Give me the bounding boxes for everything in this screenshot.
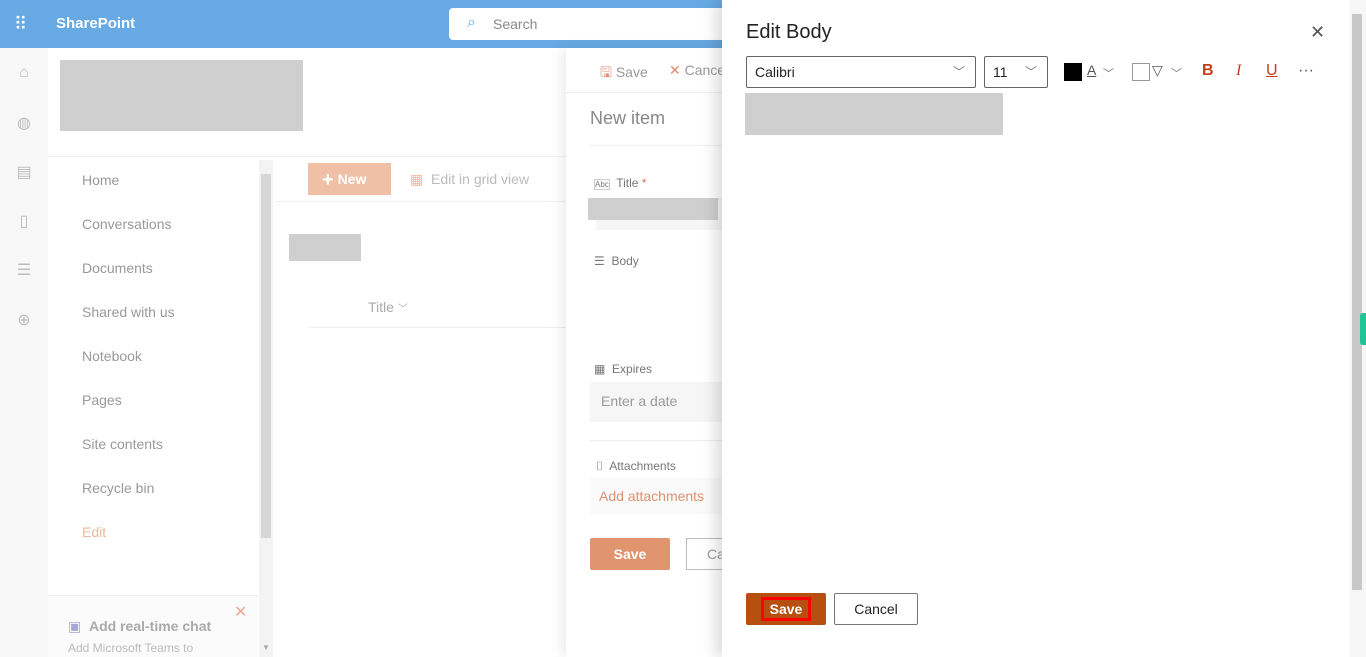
expires-field-label: ▦ Expires [594,362,652,376]
save-label: Save [615,64,648,80]
divider [566,92,726,93]
body-field-label: ☰ Body [594,254,639,268]
divider [590,440,726,441]
feedback-tab[interactable] [1360,313,1366,345]
chevron-down-icon: ﹀ [952,65,965,79]
file-icon[interactable]: ▯ [14,211,34,231]
nav-edit[interactable]: Edit [82,524,106,540]
add-circle-icon[interactable]: ⊕ [14,310,34,330]
column-header-title[interactable]: Title ﹀ [368,299,408,315]
home-icon[interactable]: ⌂ [14,64,34,84]
dialog-save-button[interactable]: Save [746,593,826,625]
attachments-field-label: ⌷ Attachments [596,459,676,474]
panel-cancel-button[interactable]: ✕ Cancel [669,62,728,79]
search-icon: ⌕ [467,14,476,31]
column-title-label: Title [368,299,394,315]
nav-pages[interactable]: Pages [82,392,122,408]
text-align-icon: ☰ [594,254,605,268]
nav-recycle-bin[interactable]: Recycle bin [82,480,154,496]
more-options-button[interactable]: ··· [1298,62,1314,80]
expires-label-text: Expires [612,362,653,376]
edit-grid-view-button[interactable]: ▦ Edit in grid view [410,171,529,188]
app-name[interactable]: SharePoint [56,15,135,32]
panel-heading: New item [590,108,666,128]
expires-date-input[interactable]: Enter a date [590,382,726,422]
list-title-redacted [289,234,361,261]
font-color-swatch[interactable] [1064,63,1082,81]
site-logo-redacted [60,60,303,131]
teams-icon: ▣ [68,618,82,634]
scroll-down-icon[interactable]: ▼ [262,643,270,652]
chat-card-text: Add Microsoft Teams to [68,641,194,655]
required-mark: * [641,176,647,190]
chevron-down-icon: ﹀ [1024,65,1037,79]
highlighter-icon[interactable]: ▽ [1152,62,1163,79]
app-rail: ⌂ ◍ ▤ ▯ ☰ ⊕ [0,48,48,657]
chevron-down-icon[interactable]: ﹀ [1103,65,1114,81]
search-placeholder: Search [493,16,538,32]
panel-save-form-button[interactable]: Save [590,538,670,570]
divider [590,145,726,146]
new-button[interactable]: + New [308,163,391,195]
font-family-select[interactable]: Calibri ﹀ [746,56,976,88]
divider [276,201,566,202]
close-icon[interactable]: ✕ [234,602,247,622]
search-input[interactable]: ⌕ Search [449,8,739,40]
waffle-icon[interactable]: ⠿ [14,14,34,34]
save-icon: 🖫 [600,64,612,80]
title-field-label: Abc Title * [594,176,647,190]
list-icon[interactable]: ☰ [14,260,34,280]
chevron-down-icon[interactable]: ﹀ [1171,65,1182,81]
new-item-panel: 🖫 Save ✕ Cancel New item Abc Title * ☰ B… [566,48,746,657]
nav-scroll-thumb[interactable] [261,174,271,538]
nav-home[interactable]: Home [82,172,119,188]
new-label: New [337,171,367,187]
calendar-icon: ▦ [594,362,606,376]
body-content-redacted [745,93,1003,135]
font-size-select[interactable]: 11 ﹀ [984,56,1048,88]
underline-button[interactable]: U [1266,62,1278,80]
highlight-color-swatch[interactable] [1132,63,1150,81]
page-scroll-thumb[interactable] [1352,14,1362,590]
save-label: Save [761,597,811,621]
title-label-text: Title [616,176,639,190]
grid-label: Edit in grid view [431,171,530,187]
close-icon: ✕ [669,62,681,78]
add-attachments-link[interactable]: Add attachments [590,478,726,514]
text-field-icon: Abc [594,179,610,190]
panel-save-button[interactable]: 🖫 Save [600,62,648,86]
attachments-label-text: Attachments [609,459,676,473]
title-value-redacted [588,198,718,220]
italic-button[interactable]: I [1236,62,1241,80]
edit-body-dialog: Edit Body ✕ Calibri ﹀ 11 ﹀ A ﹀ ▽ ﹀ B I U ·… [722,0,1366,657]
plus-icon: + [322,169,334,191]
news-icon[interactable]: ▤ [14,162,34,182]
dialog-title: Edit Body [746,21,832,43]
font-color-icon[interactable]: A [1087,62,1096,78]
nav-shared-with-us[interactable]: Shared with us [82,304,175,320]
close-icon[interactable]: ✕ [1310,22,1325,43]
nav-conversations[interactable]: Conversations [82,216,172,232]
dialog-cancel-button[interactable]: Cancel [834,593,918,625]
body-label-text: Body [611,254,639,268]
divider [308,327,566,328]
grid-icon: ▦ [410,171,424,187]
font-size-value: 11 [993,64,1008,80]
paperclip-icon: ⌷ [596,459,604,473]
chat-card-title: Add real-time chat [89,618,212,634]
nav-site-contents[interactable]: Site contents [82,436,163,452]
nav-documents[interactable]: Documents [82,260,153,276]
body-editor[interactable] [745,140,1345,580]
teams-chat-card: ▣ Add real-time chat Add Microsoft Teams… [48,595,258,657]
bold-button[interactable]: B [1202,62,1214,80]
divider [48,156,568,157]
nav-notebook[interactable]: Notebook [82,348,142,364]
chevron-down-icon: ﹀ [397,304,408,315]
font-value: Calibri [755,64,795,80]
globe-icon[interactable]: ◍ [14,113,34,133]
